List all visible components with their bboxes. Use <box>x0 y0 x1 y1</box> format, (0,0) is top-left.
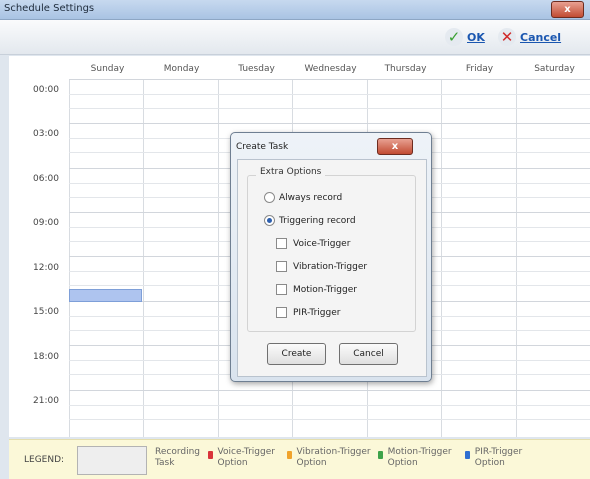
day-header: Thursday <box>384 64 427 74</box>
always-record-option[interactable]: Always record <box>264 192 342 203</box>
grid-row-line <box>69 79 590 80</box>
time-label: 21:00 <box>33 396 59 406</box>
day-header: Monday <box>163 64 200 74</box>
cross-icon: ✕ <box>498 28 516 46</box>
day-header: Tuesday <box>238 64 275 74</box>
time-label: 06:00 <box>33 174 59 184</box>
day-header: Saturday <box>534 64 575 74</box>
option-label: Always record <box>279 192 343 203</box>
create-task-dialog: Create Task x Extra Options Always recor… <box>230 132 432 382</box>
legend-swatch <box>208 451 213 459</box>
option-label: Voice-Trigger <box>293 238 351 249</box>
legend-label: PIR-Trigger Option <box>474 447 523 468</box>
checkmark-icon: ✓ <box>445 28 463 46</box>
grid-column-line <box>218 79 219 437</box>
pir-trigger-checkbox[interactable]: PIR-Trigger <box>276 307 340 318</box>
checkbox-icon[interactable] <box>276 307 287 318</box>
ok-button[interactable]: ✓ OK <box>445 27 485 47</box>
dialog-cancel-button[interactable]: Cancel <box>339 343 398 365</box>
checkbox-icon[interactable] <box>276 238 287 249</box>
legend-item-pir-trigger: PIR-Trigger Option <box>465 447 539 469</box>
checkbox-icon[interactable] <box>276 261 287 272</box>
legend-item-recording-task: Recording Task <box>155 447 203 469</box>
toolbar: ✓ OK ✕ Cancel <box>0 20 590 55</box>
option-label: Vibration-Trigger <box>293 261 368 272</box>
triggering-record-option[interactable]: Triggering record <box>264 215 356 226</box>
time-label: 12:00 <box>33 263 59 273</box>
vibration-trigger-checkbox[interactable]: Vibration-Trigger <box>276 261 367 272</box>
legend-item-vibration-trigger: Vibration-Trigger Option <box>287 447 377 469</box>
grid-row-line <box>69 405 590 406</box>
grid-row-line <box>69 390 590 391</box>
legend-label: Motion-Trigger Option <box>387 447 452 468</box>
option-label: PIR-Trigger <box>293 307 341 318</box>
dialog-close-button[interactable]: x <box>377 138 413 155</box>
grid-row-line <box>69 123 590 124</box>
window-titlebar: Schedule Settings x <box>0 0 590 20</box>
grid-row-line <box>69 108 590 109</box>
window-title: Schedule Settings <box>4 3 95 14</box>
grid-column-line <box>69 79 70 437</box>
checkbox-icon[interactable] <box>276 284 287 295</box>
time-label: 18:00 <box>33 352 59 362</box>
legend-bar: LEGEND: Recording Task Voice-Trigger Opt… <box>9 439 590 479</box>
legend-item-voice-trigger: Voice-Trigger Option <box>208 447 286 469</box>
create-button[interactable]: Create <box>267 343 326 365</box>
group-title: Extra Options <box>256 167 326 177</box>
grid-row-line <box>69 94 590 95</box>
voice-trigger-checkbox[interactable]: Voice-Trigger <box>276 238 350 249</box>
motion-trigger-checkbox[interactable]: Motion-Trigger <box>276 284 357 295</box>
extra-options-group: Extra Options Always record Triggering r… <box>247 167 416 332</box>
dialog-body: Extra Options Always record Triggering r… <box>237 159 427 377</box>
selected-time-cell[interactable] <box>69 289 142 302</box>
option-label: Triggering record <box>279 215 356 226</box>
close-icon: x <box>564 4 571 15</box>
legend-label: Recording Task <box>155 447 201 468</box>
grid-row-line <box>69 419 590 420</box>
day-header: Wednesday <box>304 64 357 74</box>
grid-column-line <box>143 79 144 437</box>
dialog-title: Create Task <box>236 142 289 152</box>
time-label: 00:00 <box>33 85 59 95</box>
ok-label: OK <box>467 30 485 44</box>
legend-label: Vibration-Trigger Option <box>296 447 371 468</box>
time-label: 03:00 <box>33 129 59 139</box>
radio-selected-icon[interactable] <box>264 215 275 226</box>
legend-title: LEGEND: <box>24 455 65 465</box>
legend-swatch <box>465 451 470 459</box>
day-header: Friday <box>465 64 494 74</box>
legend-recording-swatch <box>77 446 147 475</box>
time-label: 15:00 <box>33 307 59 317</box>
grid-column-line <box>516 79 517 437</box>
day-header: Sunday <box>90 64 125 74</box>
cancel-label: Cancel <box>520 30 562 44</box>
cancel-button[interactable]: ✕ Cancel <box>498 27 561 47</box>
legend-item-motion-trigger: Motion-Trigger Option <box>378 447 462 469</box>
legend-label: Voice-Trigger Option <box>217 447 275 468</box>
legend-swatch <box>287 451 292 459</box>
grid-column-line <box>441 79 442 437</box>
time-label: 09:00 <box>33 218 59 228</box>
close-icon: x <box>391 141 399 152</box>
legend-swatch <box>378 451 383 459</box>
window-close-button[interactable]: x <box>551 1 584 18</box>
radio-icon[interactable] <box>264 192 275 203</box>
option-label: Motion-Trigger <box>293 284 357 295</box>
